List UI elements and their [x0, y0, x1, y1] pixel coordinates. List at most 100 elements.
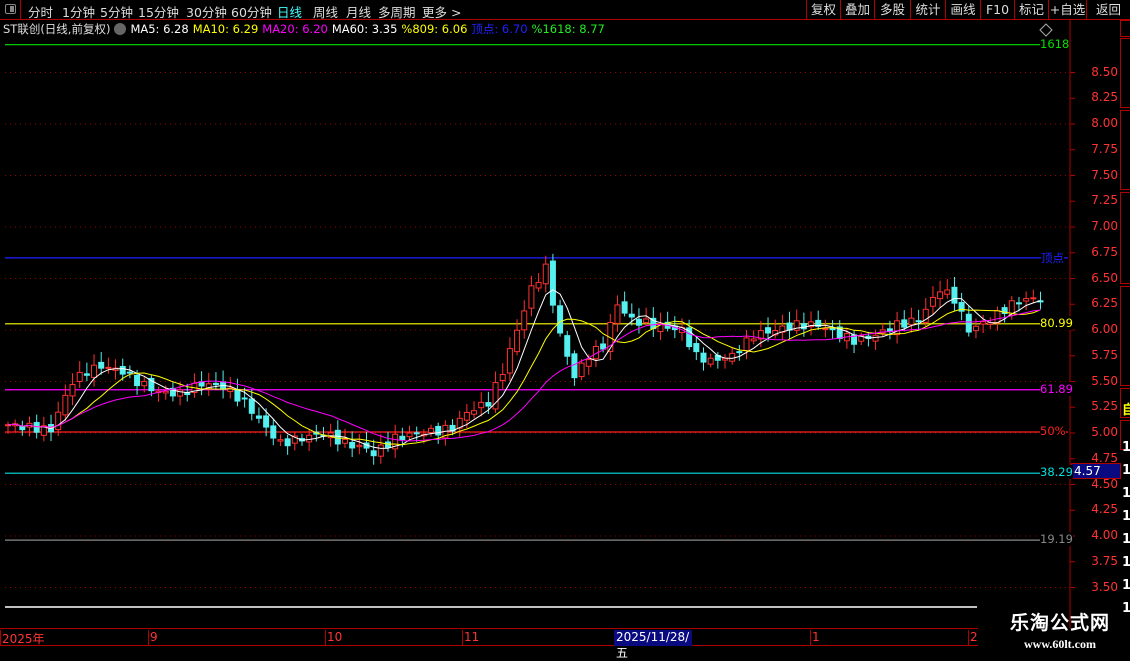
level-label: 顶点	[1041, 249, 1064, 266]
candle-up	[944, 289, 951, 295]
axis-label: 7.50	[1091, 167, 1118, 182]
candle-up	[69, 384, 76, 397]
candle-up	[471, 410, 478, 415]
candle-down	[765, 327, 772, 334]
candle-down	[134, 374, 141, 387]
candle-down	[413, 432, 420, 435]
candle-down	[621, 301, 628, 314]
candle-up	[585, 359, 592, 367]
candle-down	[628, 313, 635, 318]
side-panel-highlight: 自	[1122, 403, 1130, 418]
date-label: 9	[148, 630, 158, 646]
candle-up	[514, 329, 521, 353]
date-label: 2025年	[0, 630, 45, 646]
candle-down	[370, 450, 377, 457]
candle-down	[270, 425, 277, 439]
candle-down	[385, 441, 392, 448]
candle-down	[119, 365, 126, 375]
candle-up	[729, 352, 736, 362]
candle-up	[55, 411, 62, 431]
candle-up	[277, 439, 284, 442]
candle-down	[184, 392, 191, 396]
axis-label: 4.25	[1091, 502, 1118, 517]
candle-down	[126, 371, 133, 374]
candle-down	[915, 320, 922, 323]
candle-up	[542, 263, 549, 285]
candle-up	[428, 427, 435, 434]
side-panel-digit: 1	[1122, 532, 1130, 547]
selected-date: 2025/11/28/五	[614, 630, 692, 660]
side-panel-digit: 1	[1122, 440, 1130, 455]
side-panel-cell[interactable]	[1120, 192, 1130, 284]
candle-up	[463, 411, 470, 421]
date-label: 11	[462, 630, 480, 646]
candle-up	[76, 371, 83, 382]
candle-down	[33, 422, 40, 433]
candle-up	[643, 318, 650, 324]
axis-label: 5.50	[1091, 373, 1118, 388]
axis-label: 6.00	[1091, 322, 1118, 336]
candlestick-chart[interactable]	[0, 0, 1130, 650]
candle-up	[822, 328, 829, 331]
level-label: 19.19	[1040, 532, 1073, 547]
candle-up	[499, 374, 506, 382]
candle-down	[98, 361, 105, 369]
candle-up	[750, 338, 757, 342]
watermark: 乐淘公式网 www.60lt.com	[995, 608, 1125, 652]
candle-down	[485, 402, 492, 407]
candle-up	[929, 296, 936, 307]
side-panel-cell[interactable]	[1120, 286, 1130, 386]
axis-label: 4.50	[1091, 476, 1118, 491]
candle-up	[1030, 297, 1037, 300]
candle-down	[212, 382, 219, 386]
side-panel-cell[interactable]	[1120, 38, 1130, 108]
candle-up	[528, 285, 535, 309]
candle-down	[349, 441, 356, 449]
axis-label: 6.25	[1091, 296, 1118, 311]
candle-down	[557, 305, 564, 334]
candle-up	[743, 337, 750, 352]
candle-up	[105, 366, 112, 369]
axis-label: 6.50	[1091, 270, 1118, 285]
side-panel-digit: 1	[1122, 463, 1130, 478]
candle-down	[786, 322, 793, 331]
axis-label: 4.00	[1091, 528, 1118, 542]
candle-down	[255, 415, 262, 419]
axis-label: 7.00	[1091, 219, 1118, 233]
candle-up	[62, 394, 69, 416]
candle-down	[736, 351, 743, 354]
candle-up	[908, 317, 915, 326]
candle-down	[83, 373, 90, 376]
side-panel-cell[interactable]	[1120, 110, 1130, 190]
axis-label: 6.75	[1091, 244, 1118, 259]
candle-up	[894, 320, 901, 336]
candle-down	[965, 313, 972, 333]
candle-down	[901, 319, 908, 328]
side-panel-digit: 1	[1122, 601, 1130, 616]
side-panel-digit: 1	[1122, 486, 1130, 501]
axis-label: 3.50	[1091, 579, 1118, 594]
candle-down	[435, 425, 442, 436]
candle-up	[614, 304, 621, 324]
level-label: 80.99	[1040, 315, 1073, 330]
candle-up	[91, 364, 98, 378]
candle-down	[951, 286, 958, 304]
axis-label: 5.75	[1091, 347, 1118, 362]
candle-down	[399, 435, 406, 441]
axis-label: 8.50	[1091, 64, 1118, 79]
candle-up	[521, 310, 528, 331]
axis-label: 4.75	[1091, 450, 1118, 465]
candle-down	[19, 425, 26, 431]
candle-down	[829, 327, 836, 331]
candle-up	[1023, 298, 1030, 302]
candle-down	[284, 438, 291, 447]
side-panel-cell[interactable]	[1120, 20, 1130, 37]
diamond-icon	[1039, 23, 1053, 37]
candle-down	[549, 260, 556, 306]
date-axis: 2025年 9 10 11 1 2 2025/11/28/五	[0, 628, 978, 660]
date-label: 1	[810, 630, 820, 646]
axis-label: 7.25	[1091, 193, 1118, 208]
candle-down	[700, 352, 707, 363]
candle-up	[578, 362, 585, 378]
candle-up	[535, 281, 542, 289]
